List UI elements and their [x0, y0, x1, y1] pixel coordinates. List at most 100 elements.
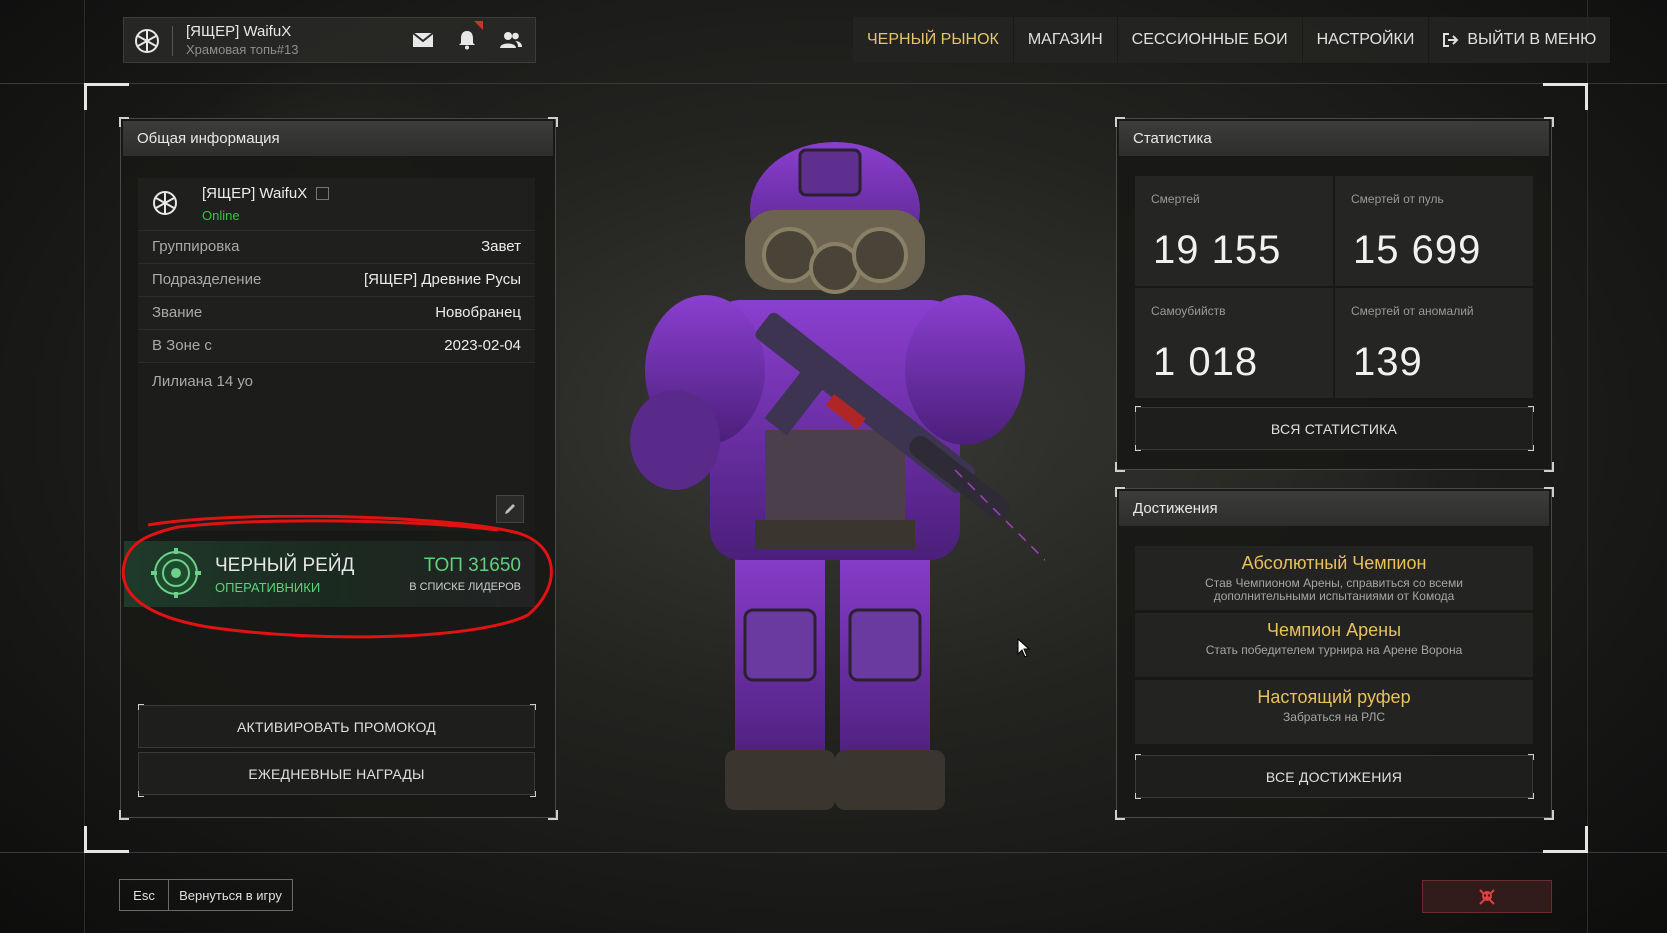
stat-suicides: Самоубийств 1 018	[1135, 288, 1333, 398]
exit-icon	[1443, 33, 1459, 47]
left-frame-line	[84, 0, 85, 933]
stat-value: 19 155	[1153, 228, 1282, 272]
achievement-title: Абсолютный Чемпион	[1241, 553, 1427, 573]
player-info-card: [ЯЩЕР] WaifuX Online Группировка Завет П…	[138, 178, 535, 531]
nav-settings[interactable]: НАСТРОЙКИ	[1303, 17, 1430, 63]
panel-corner	[1544, 810, 1554, 820]
all-achievements-button[interactable]: ВСЕ ДОСТИЖЕНИЯ	[1135, 755, 1533, 798]
nav-exit-to-menu[interactable]: ВЫЙТИ В МЕНЮ	[1429, 17, 1610, 63]
online-status: Online	[202, 208, 240, 223]
frame-corner-bl	[84, 826, 129, 853]
stat-label: Самоубийств	[1151, 304, 1226, 318]
statistics-title: Статистика	[1119, 121, 1549, 156]
profile-clan: Храмовая топь#13	[186, 42, 299, 57]
bell-icon	[459, 31, 475, 50]
nav-shop[interactable]: МАГАЗИН	[1014, 17, 1118, 63]
nav-exit-label: ВЫЙТИ В МЕНЮ	[1467, 31, 1597, 48]
return-to-game-label: Вернуться в игру	[179, 887, 282, 903]
achievements-title: Достижения	[1119, 491, 1549, 526]
achievement-desc: Забраться на РЛС	[1283, 710, 1385, 724]
stat-deaths: Смертей 19 155	[1135, 176, 1333, 286]
pencil-icon	[505, 504, 515, 514]
info-row-rank: Звание Новобранец	[138, 296, 535, 328]
achievement-desc: Стать победителем турнира на Арене Ворон…	[1205, 643, 1463, 657]
panel-corner	[119, 117, 129, 127]
frame-corner-tl	[84, 83, 129, 110]
skull-icon	[1479, 888, 1495, 905]
panel-corner	[119, 810, 129, 820]
button-corner	[530, 791, 536, 797]
report-bug-button[interactable]	[1422, 880, 1552, 913]
stat-label: Смертей от пуль	[1351, 192, 1444, 206]
button-corner	[138, 704, 144, 710]
bio-text: Лилиана 14 уо	[152, 373, 254, 390]
notifications-button[interactable]	[445, 18, 489, 62]
mouse-cursor-icon	[1017, 638, 1031, 658]
stat-anomaly-deaths: Смертей от аномалий 139	[1335, 288, 1533, 398]
daily-rewards-button[interactable]: ЕЖЕДНЕВНЫЕ НАГРАДЫ	[138, 752, 535, 795]
button-corner	[1135, 793, 1141, 799]
bio-area: Лилиана 14 уо	[138, 362, 535, 531]
info-row-value: Новобранец	[435, 304, 521, 321]
info-row-value: Завет	[481, 238, 521, 255]
red-circle-annotation	[121, 515, 553, 639]
top-divider	[0, 83, 1667, 84]
button-corner	[1135, 754, 1141, 760]
profile-separator	[172, 26, 173, 56]
panel-corner	[1544, 487, 1554, 497]
friends-button[interactable]	[489, 18, 533, 62]
mail-button[interactable]	[401, 18, 445, 62]
info-row-value: 2023-02-04	[444, 337, 521, 354]
stat-value: 139	[1353, 340, 1423, 384]
profile-name: [ЯЩЕР] WaifuX	[186, 23, 292, 40]
panel-corner	[1544, 462, 1554, 472]
stat-value: 15 699	[1353, 228, 1482, 272]
info-row-faction: Группировка Завет	[138, 230, 535, 262]
stat-bullet-deaths: Смертей от пуль 15 699	[1335, 176, 1533, 286]
bottom-divider	[0, 852, 1667, 853]
all-statistics-button[interactable]: ВСЯ СТАТИСТИКА	[1135, 407, 1533, 450]
stat-label: Смертей от аномалий	[1351, 304, 1474, 318]
info-row-label: Подразделение	[152, 271, 262, 288]
profile-bar[interactable]: [ЯЩЕР] WaifuX Храмовая топь#13	[123, 17, 536, 63]
esc-key: Esc	[120, 880, 169, 910]
stat-value: 1 018	[1153, 340, 1259, 384]
achievement-item[interactable]: Чемпион Арены Стать победителем турнира …	[1135, 613, 1533, 677]
activate-promo-button[interactable]: АКТИВИРОВАТЬ ПРОМОКОД	[138, 705, 535, 748]
achievement-item[interactable]: Абсолютный Чемпион Став Чемпионом Арены,…	[1135, 546, 1533, 610]
player-name: [ЯЩЕР] WaifuX	[202, 185, 308, 202]
info-row-label: Группировка	[152, 238, 240, 255]
button-corner	[1528, 793, 1534, 799]
notification-indicator	[474, 21, 483, 30]
panel-corner	[1115, 810, 1125, 820]
panel-corner	[548, 810, 558, 820]
copy-icon[interactable]	[316, 187, 329, 200]
friends-icon	[500, 32, 522, 48]
return-to-game-button[interactable]: Esc Вернуться в игру	[119, 879, 293, 911]
snowflake-emblem-icon	[134, 28, 160, 54]
button-corner	[1528, 406, 1534, 412]
button-corner	[1135, 445, 1141, 451]
nav-session-battles[interactable]: СЕССИОННЫЕ БОИ	[1118, 17, 1303, 63]
nav-black-market[interactable]: ЧЕРНЫЙ РЫНОК	[853, 17, 1014, 63]
right-frame-line	[1587, 0, 1588, 933]
panel-corner	[1115, 487, 1125, 497]
achievement-title: Настоящий руфер	[1257, 687, 1411, 707]
button-corner	[1528, 445, 1534, 451]
panel-corner	[1115, 462, 1125, 472]
button-corner	[530, 704, 536, 710]
character-model	[630, 142, 1045, 810]
frame-corner-br	[1543, 826, 1588, 853]
achievement-title: Чемпион Арены	[1266, 620, 1402, 640]
info-row-label: В Зоне с	[152, 337, 212, 354]
achievement-desc: Став Чемпионом Арены, справиться со всем…	[1205, 576, 1463, 603]
achievement-item[interactable]: Настоящий руфер Забраться на РЛС	[1135, 680, 1533, 744]
mail-icon	[412, 32, 434, 47]
info-row-zone-since: В Зоне с 2023-02-04	[138, 329, 535, 361]
info-row-label: Звание	[152, 304, 203, 321]
main-nav: ЧЕРНЫЙ РЫНОК МАГАЗИН СЕССИОННЫЕ БОИ НАСТ…	[853, 17, 1611, 63]
button-corner	[1528, 754, 1534, 760]
panel-corner	[1115, 117, 1125, 127]
info-row-division: Подразделение [ЯЩЕР] Древние Русы	[138, 263, 535, 295]
button-corner	[138, 791, 144, 797]
